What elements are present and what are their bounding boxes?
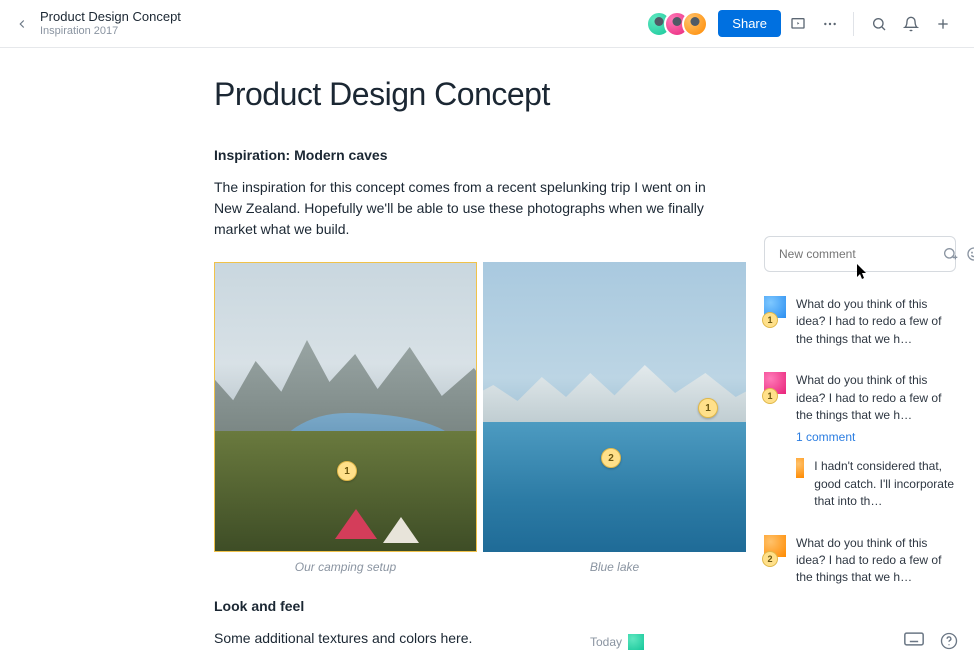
comment-reply[interactable]: I hadn't considered that, good catch. I'… [796,458,956,510]
image-caption: Blue lake [483,560,746,574]
back-button[interactable] [8,10,36,38]
mention-button[interactable] [942,246,958,262]
search-button[interactable] [864,9,894,39]
chevron-left-icon [15,17,29,31]
notifications-button[interactable] [896,9,926,39]
body-paragraph: The inspiration for this concept comes f… [214,177,724,240]
image-blue-lake[interactable]: 1 2 [483,262,746,552]
header-separator [853,12,854,36]
share-button[interactable]: Share [718,10,781,37]
section-heading: Look and feel [214,598,740,614]
search-icon [871,16,887,32]
new-comment-input[interactable] [779,247,934,261]
comment-thread[interactable]: 1 What do you think of this idea? I had … [764,372,956,510]
figure-camping[interactable]: 1 Our camping setup [214,262,477,574]
figure-blue-lake[interactable]: 1 2 Blue lake [483,262,746,574]
help-icon [940,632,958,650]
image-camping[interactable]: 1 [214,262,477,552]
reply-avatar [796,458,804,478]
section-heading: Inspiration: Modern caves [214,147,740,163]
comment-pin-number: 1 [762,312,778,328]
help-button[interactable] [940,632,958,650]
emoji-button[interactable] [966,246,974,262]
comment-text: What do you think of this idea? I had to… [796,535,956,587]
image-caption: Our camping setup [214,560,477,574]
smiley-icon [966,246,974,262]
presentation-icon [790,16,806,32]
page-title: Product Design Concept [214,76,740,113]
comments-panel: 1 What do you think of this idea? I had … [764,48,974,660]
image-gallery: 1 Our camping setup 1 2 Blue lake [214,262,740,574]
doc-title: Product Design Concept [40,9,181,25]
more-horizontal-icon [822,16,838,32]
doc-title-block[interactable]: Product Design Concept Inspiration 2017 [40,9,181,38]
annotation-pin[interactable]: 1 [698,398,718,418]
annotation-pin[interactable]: 2 [601,448,621,468]
presence-avatar[interactable] [682,11,708,37]
annotation-pin[interactable]: 1 [337,461,357,481]
keyboard-icon [904,632,924,646]
reply-text: I hadn't considered that, good catch. I'… [814,458,956,510]
document-body[interactable]: Product Design Concept Inspiration: Mode… [0,48,764,660]
today-marker: Today [590,634,644,650]
comment-pin-number: 2 [762,551,778,567]
mention-icon [942,246,958,262]
keyboard-shortcuts-button[interactable] [904,632,924,650]
comment-thread[interactable]: 1 What do you think of this idea? I had … [764,296,956,348]
plus-icon [935,16,951,32]
comment-pin-number: 1 [762,388,778,404]
doc-subtitle: Inspiration 2017 [40,25,181,38]
footer-icons [904,632,958,650]
body-paragraph: Some additional textures and colors here… [214,628,724,649]
more-button[interactable] [815,9,845,39]
comment-thread[interactable]: 2 What do you think of this idea? I had … [764,535,956,587]
presence-avatars[interactable] [646,11,708,37]
app-header: Product Design Concept Inspiration 2017 … [0,0,974,48]
comment-text: What do you think of this idea? I had to… [796,296,956,348]
comment-text: What do you think of this idea? I had to… [796,372,956,424]
add-button[interactable] [928,9,958,39]
today-label: Today [590,635,622,649]
present-button[interactable] [783,9,813,39]
today-avatar [628,634,644,650]
cursor-icon [857,264,869,280]
bell-icon [903,16,919,32]
comment-reply-count[interactable]: 1 comment [796,430,956,444]
